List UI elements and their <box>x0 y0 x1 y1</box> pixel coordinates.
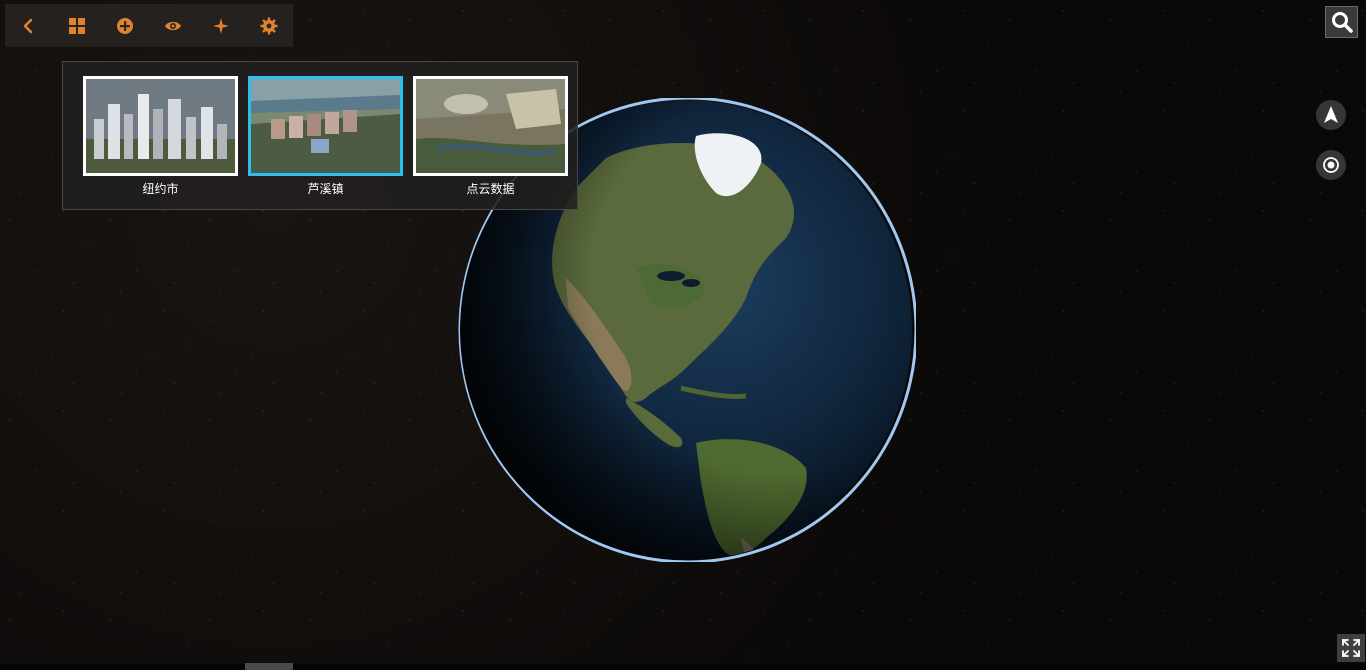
town-thumbnail-image <box>251 79 400 173</box>
search-icon <box>1331 12 1353 33</box>
scene-label: 纽约市 <box>142 182 179 196</box>
gear-icon <box>260 17 278 34</box>
timeline-handle[interactable] <box>245 663 293 670</box>
compass-button[interactable] <box>1316 100 1346 130</box>
point-cloud-thumbnail-image <box>416 79 565 173</box>
main-toolbar <box>5 4 293 47</box>
eye-icon <box>165 21 181 30</box>
scene-selector-panel: 纽约市 芦溪镇 点云数据 <box>62 61 578 210</box>
layers-button[interactable] <box>53 4 101 47</box>
city-thumbnail-image <box>86 79 235 173</box>
effects-button[interactable] <box>197 4 245 47</box>
back-button[interactable] <box>5 4 53 47</box>
scene-thumbnail <box>83 76 238 176</box>
scene-card-luxi-town[interactable]: 芦溪镇 <box>248 76 403 197</box>
timeline-bar <box>0 664 1366 670</box>
plus-circle-icon <box>117 17 133 34</box>
locate-icon <box>1323 157 1339 173</box>
scene-label: 点云数据 <box>466 182 515 196</box>
scene-card-new-york[interactable]: 纽约市 <box>83 76 238 197</box>
view-button[interactable] <box>149 4 197 47</box>
locate-button[interactable] <box>1316 150 1346 180</box>
search-button[interactable] <box>1325 6 1358 38</box>
globe-viewer[interactable]: 纽约市 芦溪镇 点云数据 <box>0 0 1366 670</box>
chevron-left-icon <box>23 18 33 33</box>
compass-arrow-icon <box>1324 106 1338 123</box>
scene-label: 芦溪镇 <box>307 182 344 196</box>
scene-card-point-cloud[interactable]: 点云数据 <box>413 76 568 197</box>
fullscreen-icon <box>1342 639 1360 657</box>
add-button[interactable] <box>101 4 149 47</box>
sparkle-icon <box>213 17 229 34</box>
scene-thumbnail <box>413 76 568 176</box>
fullscreen-button[interactable] <box>1337 634 1365 662</box>
grid-icon <box>69 17 85 34</box>
scene-thumbnail <box>248 76 403 176</box>
settings-button[interactable] <box>245 4 293 47</box>
